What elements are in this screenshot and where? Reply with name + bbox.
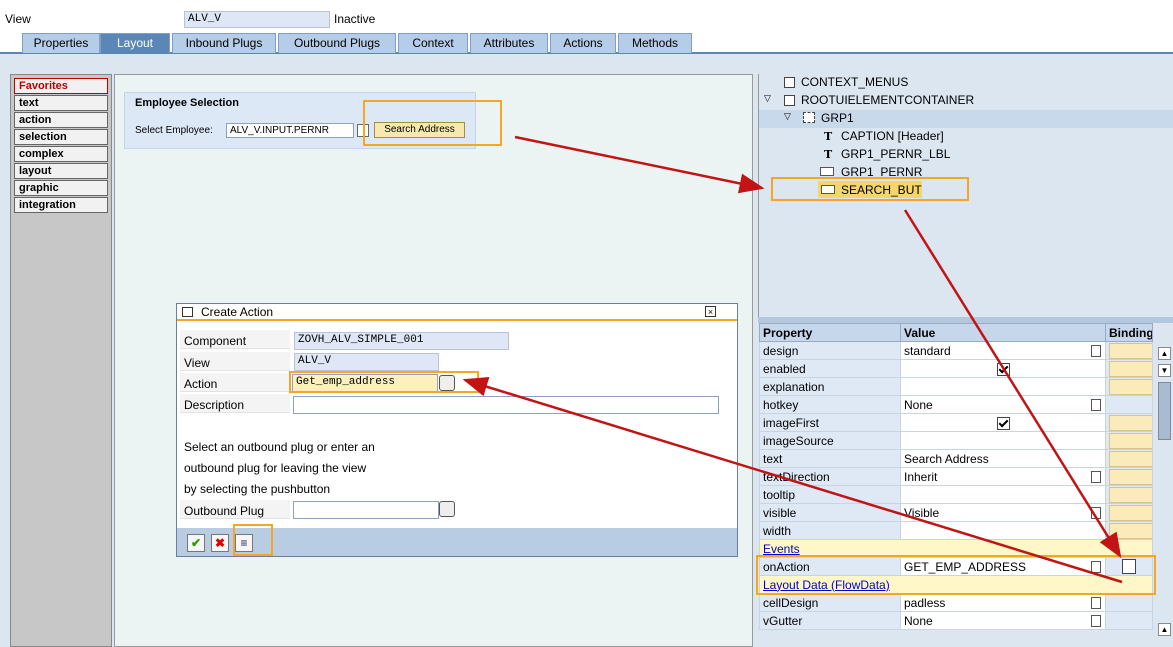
annotation-arrows bbox=[462, 135, 1123, 584]
arrow-button-to-tree bbox=[514, 135, 765, 194]
arrow-onaction-to-dialog bbox=[462, 377, 1123, 584]
arrow-tree-to-events bbox=[903, 209, 1122, 559]
